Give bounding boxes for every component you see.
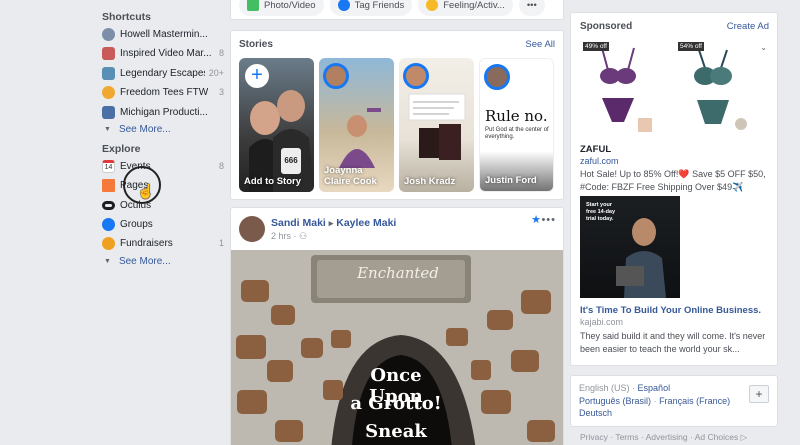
footer-ad-choices[interactable]: Ad Choices ▷ — [695, 432, 747, 442]
flag-icon — [102, 178, 115, 192]
sponsored-title: Sponsored — [580, 21, 633, 32]
swimsuit-teal-image — [694, 49, 747, 130]
explore-fundraisers[interactable]: Fundraisers 1 — [102, 234, 224, 252]
explore-events[interactable]: 14 Events 8 — [102, 157, 224, 175]
carousel-next-icon[interactable]: ⌄ — [760, 43, 767, 52]
post-author-link[interactable]: Sandi Maki — [271, 217, 326, 229]
group-icon — [102, 46, 115, 60]
feed-post: Sandi Maki ▸ Kaylee Maki 2 hrs · ⚇ ★ ••• — [230, 207, 564, 445]
post-meta: 2 hrs · ⚇ — [271, 231, 307, 242]
stories-see-all[interactable]: See All — [525, 39, 555, 50]
story-avatar — [403, 63, 429, 89]
audience-icon: · ⚇ — [293, 231, 308, 241]
ad2-image[interactable]: Start your free 14-day trial today. — [580, 196, 680, 298]
composer-more-button[interactable]: ••• — [518, 0, 545, 16]
language-portuguese[interactable]: Português (Brasil) — [579, 396, 651, 406]
story-josh-kradz[interactable]: Josh Kradz — [399, 58, 474, 192]
rule-text: Put God at the center of everything. — [485, 127, 549, 140]
shortcut-michigan-production[interactable]: Michigan Producti... — [102, 103, 224, 121]
language-french[interactable]: Français (France) — [659, 396, 730, 406]
star-icon[interactable]: ★ — [531, 213, 541, 226]
shortcut-inspired-video[interactable]: Inspired Video Mar... 8 — [102, 44, 224, 62]
groups-icon — [102, 217, 115, 231]
stories-card: Stories See All 666 + Add to Story Joayn… — [230, 30, 564, 200]
add-story-plus-icon[interactable]: + — [245, 64, 269, 88]
grotto-sign-text: Enchanted — [357, 264, 439, 282]
story-name: Josh Kradz — [404, 176, 456, 187]
photo-video-button[interactable]: Photo/Video — [239, 0, 324, 16]
overlay-line-2: a Grotto! — [350, 393, 442, 414]
language-current: English (US) — [579, 383, 630, 393]
hand-cursor-icon: ☝ — [137, 183, 155, 199]
add-language-button[interactable]: + — [749, 385, 769, 403]
feeling-activity-button[interactable]: Feeling/Activ... — [418, 0, 513, 16]
story-justin-ford[interactable]: Rule no. 1 Put God at the center of ever… — [479, 58, 554, 192]
post-photo[interactable]: Enchanted Once Upon a Grotto! Sneak — [231, 250, 563, 445]
sponsored-card: Sponsored Create Ad 49% off 54% off ⌄ ZA… — [570, 12, 778, 366]
composer-actions: Photo/Video Tag Friends Feeling/Activ...… — [230, 0, 564, 20]
shortcuts-see-more[interactable]: ▼ See More... — [104, 124, 171, 135]
story-avatar — [323, 63, 349, 89]
left-sidebar: Shortcuts Howell Mastermin... Inspired V… — [100, 0, 225, 445]
post-arrow-icon: ▸ — [328, 218, 334, 228]
overlay-line-3: Sneak — [365, 421, 427, 442]
ad-product-1[interactable]: 49% off — [580, 40, 656, 136]
post-target-link[interactable]: Kaylee Maki — [336, 217, 396, 229]
shortcut-freedom-tees[interactable]: Freedom Tees FTW 3 — [102, 83, 224, 101]
ad2-body: They said build it and they will come. I… — [580, 331, 766, 354]
explore-title: Explore — [102, 143, 141, 155]
shortcut-howell-mastermind[interactable]: Howell Mastermin... — [102, 25, 224, 43]
oculus-icon — [102, 200, 115, 210]
footer-privacy[interactable]: Privacy — [580, 432, 608, 442]
tag-friends-button[interactable]: Tag Friends — [329, 0, 413, 16]
tag-friends-icon — [337, 0, 350, 11]
explore-see-more[interactable]: ▼ See More... — [104, 256, 171, 267]
ad1-body: Hot Sale! Up to 85% Off!❤️ Save $5 OFF $… — [580, 169, 766, 192]
language-spanish[interactable]: Español — [638, 383, 671, 393]
ad-product-2[interactable]: 54% off — [675, 40, 751, 136]
ad1-link[interactable]: zaful.com — [580, 156, 619, 166]
smiley-icon — [426, 0, 439, 11]
language-german[interactable]: Deutsch — [579, 408, 612, 418]
explore-pages[interactable]: Pages — [102, 176, 224, 194]
explore-oculus[interactable]: Oculus — [102, 196, 224, 214]
swimsuit-purple-image — [600, 47, 652, 132]
story-joaynna[interactable]: Joaynna Claire Cook — [319, 58, 394, 192]
calendar-icon: 14 — [102, 159, 115, 173]
ad2-title[interactable]: It's Time To Build Your Online Business. — [580, 305, 761, 316]
heart-icon — [102, 236, 115, 250]
group-icon — [102, 27, 115, 41]
post-author-avatar[interactable] — [239, 216, 265, 242]
svg-text:666: 666 — [284, 156, 298, 165]
story-avatar — [484, 64, 510, 90]
footer-links: Privacy · Terms · Advertising · Ad Choic… — [580, 432, 748, 442]
discount-badge: 54% off — [678, 42, 704, 51]
story-name: Add to Story — [244, 176, 301, 187]
discount-badge: 49% off — [583, 42, 609, 51]
story-add[interactable]: 666 + Add to Story — [239, 58, 314, 192]
post-options-button[interactable]: ••• — [541, 214, 556, 226]
footer-advertising[interactable]: Advertising — [646, 432, 688, 442]
post-timestamp[interactable]: 2 hrs — [271, 231, 291, 241]
page-icon — [102, 85, 115, 99]
post-author-line: Sandi Maki ▸ Kaylee Maki — [271, 217, 396, 229]
explore-groups[interactable]: Groups — [102, 215, 224, 233]
ad1-title[interactable]: ZAFUL — [580, 144, 611, 155]
photo-icon — [247, 0, 259, 11]
story-name: Joaynna Claire Cook — [324, 165, 377, 187]
chevron-down-icon: ▼ — [104, 258, 111, 265]
group-icon — [102, 66, 115, 80]
rule-title: Rule no. 1 — [485, 107, 553, 125]
language-card: English (US) · Español Português (Brasil… — [570, 375, 778, 427]
stories-title: Stories — [239, 39, 273, 50]
ad2-link[interactable]: kajabi.com — [580, 317, 623, 327]
chevron-down-icon: ▼ — [104, 126, 111, 133]
group-icon — [102, 105, 115, 119]
ad2-badge: Start your free 14-day trial today. — [586, 202, 616, 222]
footer-terms[interactable]: Terms — [615, 432, 638, 442]
shortcut-legendary-escapes[interactable]: Legendary Escapes 20+ — [102, 64, 224, 82]
shortcuts-title: Shortcuts — [102, 11, 152, 23]
create-ad-link[interactable]: Create Ad — [727, 21, 769, 32]
story-name: Justin Ford — [485, 175, 537, 186]
